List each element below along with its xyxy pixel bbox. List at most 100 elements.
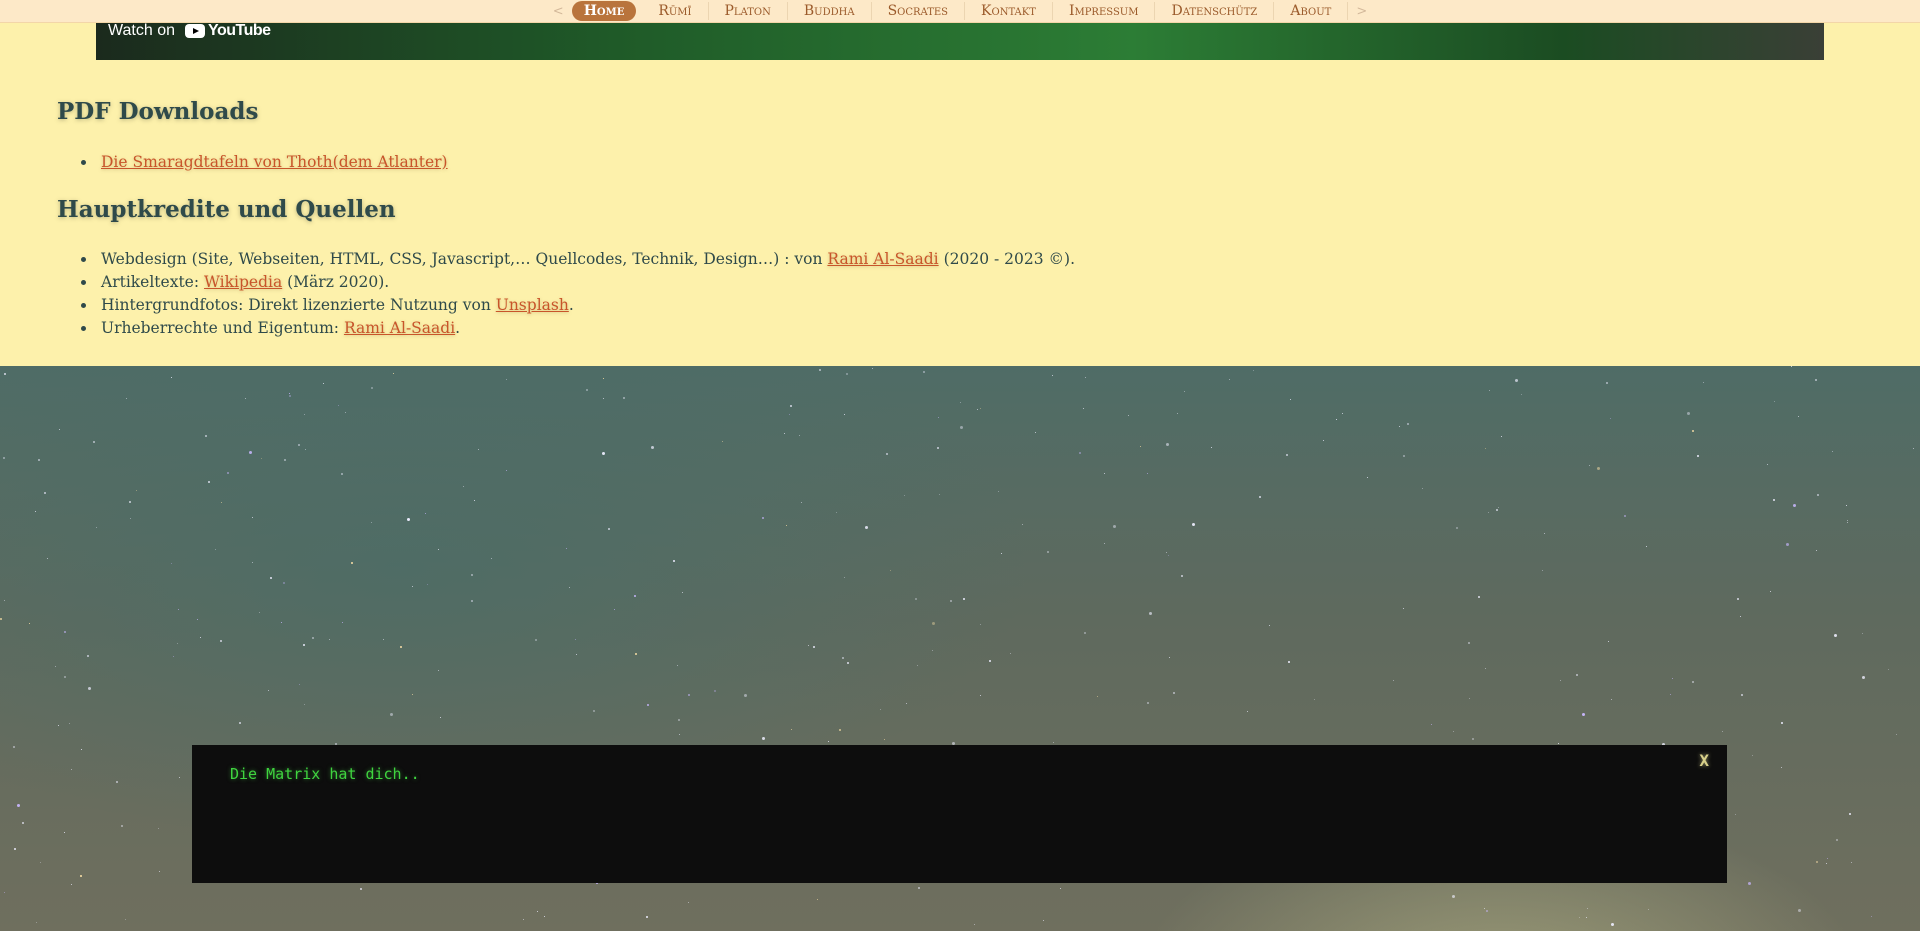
star (1646, 546, 1647, 547)
star (1485, 668, 1486, 669)
star (1323, 440, 1324, 441)
star (136, 490, 137, 491)
credit-link-unsplash[interactable]: Unsplash (496, 296, 569, 314)
nav-item-impressum[interactable]: Impressum (1053, 2, 1156, 20)
star (1181, 575, 1183, 577)
star (791, 729, 792, 730)
credit-text: . (568, 296, 574, 314)
star (3, 457, 5, 459)
star (1010, 653, 1011, 654)
star (890, 570, 891, 571)
star (808, 645, 809, 646)
star (1403, 608, 1404, 609)
star (576, 654, 577, 655)
star (1896, 734, 1897, 735)
star (438, 670, 439, 671)
star (305, 449, 306, 450)
star (608, 528, 610, 530)
star (59, 429, 60, 430)
star (17, 804, 20, 807)
star (839, 729, 841, 731)
star (679, 734, 680, 735)
star (220, 640, 222, 642)
star (281, 622, 282, 623)
star (844, 577, 845, 578)
credit-link-wikipedia[interactable]: Wikipedia (204, 273, 282, 291)
star (1166, 443, 1169, 446)
star (227, 472, 229, 474)
star (1735, 814, 1736, 815)
nav-item-buddha[interactable]: Buddha (788, 2, 872, 20)
star (1847, 520, 1848, 521)
nav-item-home[interactable]: Home (571, 1, 637, 21)
star (93, 441, 95, 443)
list-item: Urheberrechte und Eigentum: Rami Al-Saad… (97, 317, 1075, 340)
nav-item-rumi[interactable]: Rūmī (642, 2, 709, 20)
star (1211, 447, 1212, 448)
star (1053, 742, 1054, 743)
star (784, 433, 785, 434)
star (1452, 895, 1455, 898)
star (261, 458, 262, 459)
credit-link-rami-al-saadi[interactable]: Rami Al-Saadi (827, 250, 938, 268)
star (1826, 863, 1827, 864)
star (1815, 379, 1817, 381)
nav-item-platon[interactable]: Platon (709, 2, 788, 20)
star (989, 660, 991, 662)
star (960, 402, 961, 403)
star (1587, 908, 1588, 909)
star (974, 924, 975, 925)
nav-item-about[interactable]: About (1274, 2, 1349, 20)
star (1456, 527, 1458, 529)
credit-text: Artikeltexte: (101, 273, 205, 291)
nav-item-socrates[interactable]: Socrates (872, 2, 966, 20)
star (1035, 432, 1036, 433)
star (1060, 888, 1061, 889)
credit-link-rami-al-saadi-owner[interactable]: Rami Al-Saadi (344, 319, 455, 337)
star (819, 369, 821, 371)
star (884, 739, 885, 740)
star (121, 825, 123, 827)
close-button[interactable]: X (1699, 751, 1709, 770)
star (1001, 553, 1002, 554)
star (360, 888, 362, 890)
star (1781, 767, 1782, 768)
star (208, 481, 210, 483)
nav-next-arrow[interactable]: > (1348, 4, 1375, 19)
list-item: Artikeltexte: Wikipedia (März 2020). (97, 271, 1075, 294)
star (1798, 416, 1799, 417)
star (371, 387, 373, 389)
star (393, 373, 394, 374)
star (603, 378, 604, 379)
star (171, 563, 172, 564)
star (1586, 917, 1587, 918)
star (1113, 525, 1116, 528)
star (1084, 632, 1086, 634)
star (673, 560, 675, 562)
star (312, 637, 314, 639)
star (1247, 711, 1248, 712)
star (904, 495, 905, 496)
nav-item-kontakt[interactable]: Kontakt (965, 2, 1053, 20)
star (566, 548, 567, 549)
star (1336, 419, 1337, 420)
star (569, 587, 570, 588)
star (1576, 674, 1578, 676)
pdf-link-smaragdtafeln[interactable]: Die Smaragdtafeln von Thoth(dem Atlanter… (101, 153, 448, 171)
star (980, 408, 981, 409)
star (129, 501, 131, 503)
star (1515, 379, 1518, 382)
youtube-play-icon (185, 24, 205, 38)
star (1692, 681, 1694, 683)
star (906, 703, 907, 704)
star (575, 639, 576, 640)
nav-prev-arrow[interactable]: < (545, 4, 572, 19)
star (116, 781, 118, 783)
watch-on-youtube-link[interactable]: Watch on YouTube (108, 22, 271, 40)
star (714, 690, 716, 692)
star (438, 549, 439, 550)
star (1403, 455, 1405, 457)
nav-item-datenschutz[interactable]: Datenschütz (1155, 2, 1275, 20)
star (1687, 412, 1690, 415)
star (13, 746, 15, 748)
